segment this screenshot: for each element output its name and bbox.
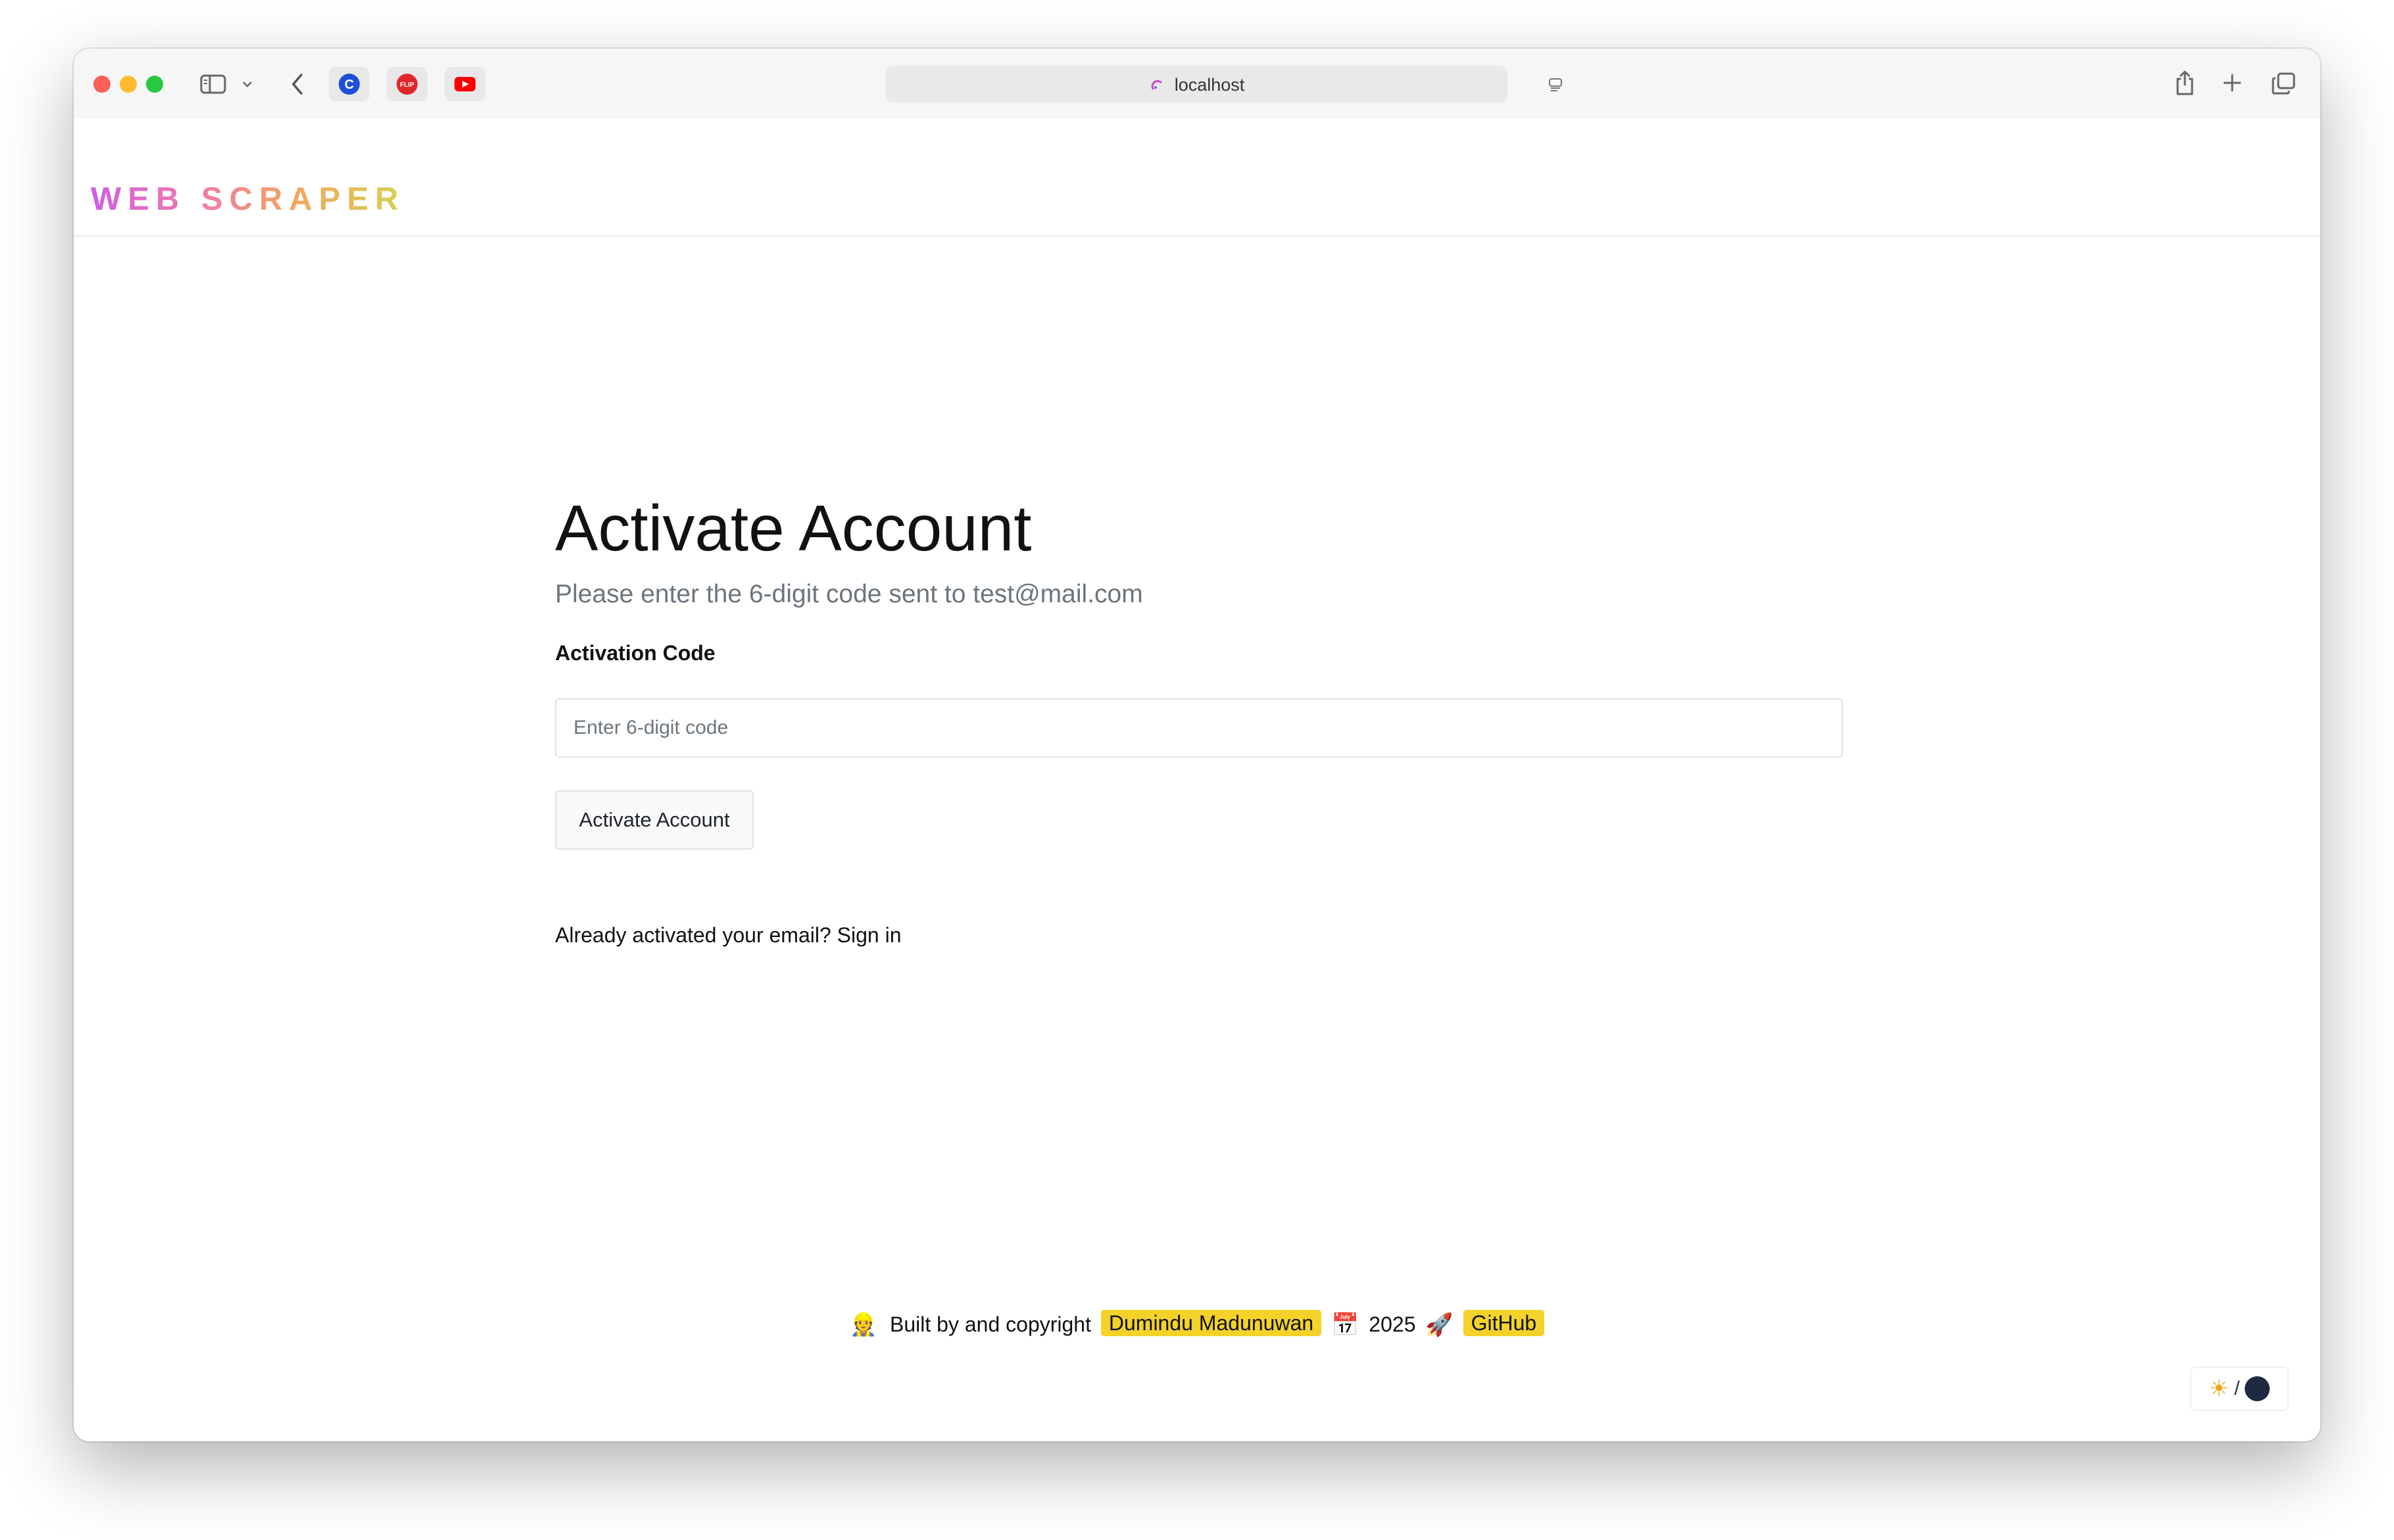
rocket-icon: 🚀 — [1425, 1312, 1454, 1337]
footer-year: 2025 — [1369, 1312, 1416, 1337]
share-icon[interactable] — [2172, 68, 2198, 97]
new-tab-plus-icon[interactable] — [2220, 71, 2244, 95]
activation-code-input[interactable] — [555, 698, 1843, 758]
sidebar-toggle-icon[interactable] — [200, 72, 226, 96]
close-window-button[interactable] — [93, 76, 110, 93]
address-bar[interactable]: localhost — [885, 66, 1562, 103]
activate-account-button[interactable]: Activate Account — [555, 790, 754, 850]
moon-icon — [2245, 1376, 2270, 1401]
minimize-window-button[interactable] — [120, 76, 137, 93]
signin-prefix-text: Already activated your email? — [555, 923, 831, 947]
github-link[interactable]: GitHub — [1463, 1310, 1545, 1336]
footer-built-text: Built by and copyright — [890, 1312, 1091, 1337]
reader-mode-icon[interactable] — [1547, 76, 1564, 93]
zoom-window-button[interactable] — [146, 76, 163, 93]
calendar-icon: 📅 — [1331, 1312, 1359, 1337]
svg-text:C: C — [345, 78, 354, 92]
site-footer: 👷 Built by and copyright Dumindu Madunuw… — [74, 1310, 2320, 1338]
theme-separator: / — [2234, 1378, 2240, 1399]
theme-toggle-button[interactable]: ☀ / — [2190, 1366, 2289, 1411]
activation-code-label: Activation Code — [555, 641, 716, 665]
favorite-flip-logo-icon[interactable]: FLIP — [387, 67, 428, 101]
back-arrow-icon[interactable] — [285, 72, 309, 96]
browser-toolbar: C FLIP localhost — [74, 49, 2320, 120]
signin-link[interactable]: Sign in — [837, 923, 902, 947]
favorite-c-logo-icon[interactable]: C — [329, 67, 370, 101]
site-navbar: WEB SCRAPER — [74, 118, 2320, 237]
page-title: Activate Account — [555, 492, 1032, 564]
tab-overview-icon[interactable] — [2270, 71, 2297, 96]
sun-icon: ☀ — [2209, 1376, 2230, 1401]
browser-window: C FLIP localhost WEB SCRAPER Activate Ac… — [74, 49, 2320, 1441]
favorite-youtube-logo-icon[interactable] — [445, 67, 485, 101]
page-subtitle: Please enter the 6-digit code sent to te… — [555, 580, 1143, 608]
site-logo[interactable]: WEB SCRAPER — [91, 183, 405, 216]
svg-text:FLIP: FLIP — [400, 82, 414, 89]
chevron-down-icon[interactable] — [241, 78, 254, 91]
url-text: localhost — [1174, 75, 1245, 95]
signin-prompt: Already activated your email? Sign in — [555, 923, 902, 948]
construction-worker-icon: 👷 — [849, 1312, 878, 1337]
author-link[interactable]: Dumindu Madunuwan — [1100, 1310, 1322, 1336]
